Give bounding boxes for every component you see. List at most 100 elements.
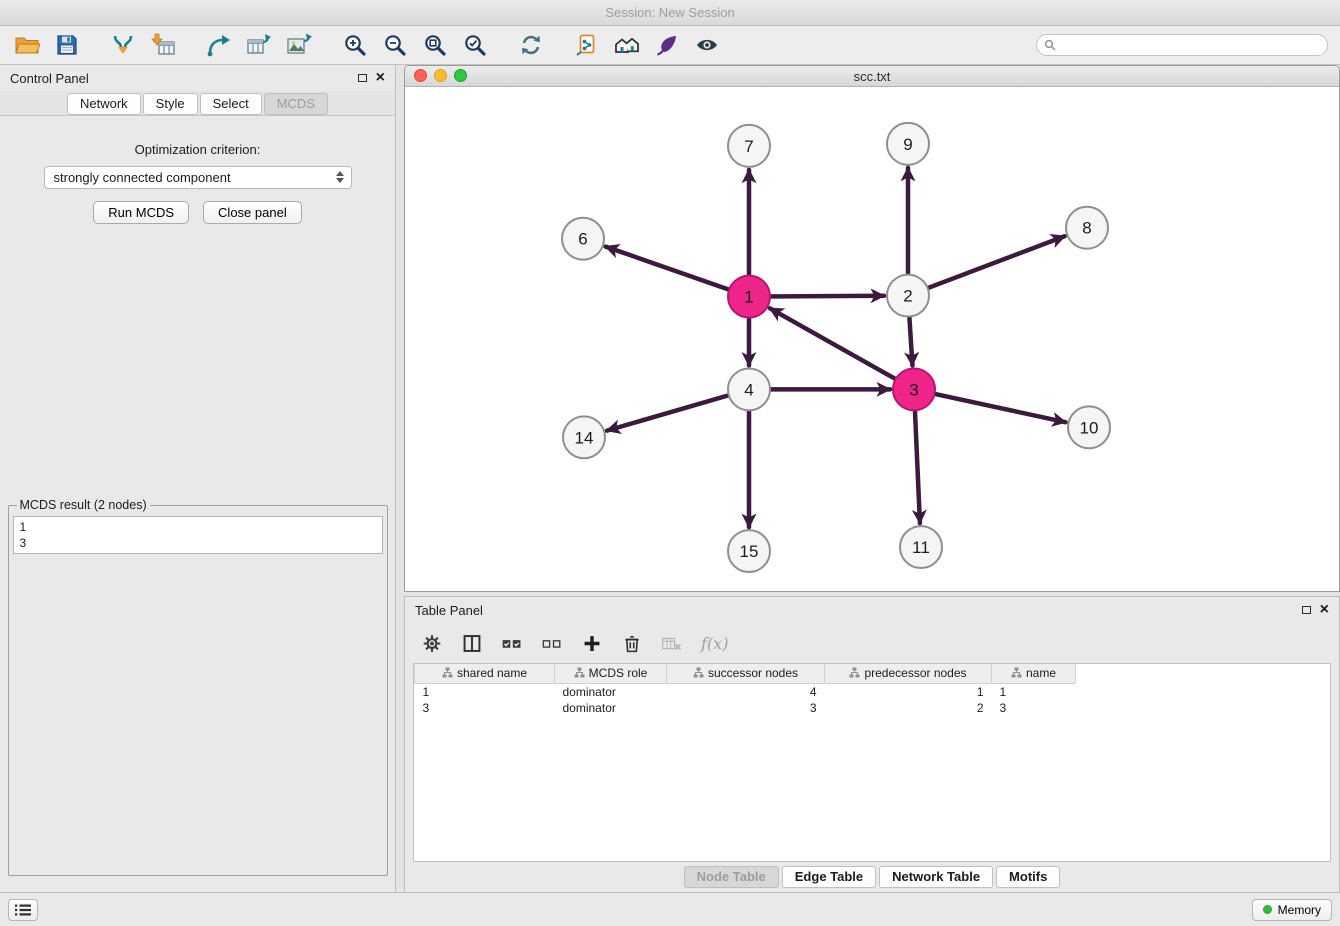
minimize-window-icon[interactable] — [434, 69, 447, 82]
edge-2-8[interactable] — [908, 236, 1065, 295]
node-9[interactable]: 9 — [887, 123, 929, 165]
zoom-window-icon[interactable] — [454, 69, 467, 82]
unselect-all-button[interactable] — [541, 633, 563, 654]
table-row[interactable]: 3dominator323 — [415, 700, 1331, 717]
memory-button[interactable]: Memory — [1252, 899, 1332, 921]
export-table-button[interactable] — [244, 30, 274, 60]
network-graph[interactable]: 7 9 6 8 1 2 3 4 14 10 15 11 — [405, 87, 1339, 591]
eye-icon — [694, 33, 720, 57]
vertical-splitter[interactable] — [396, 65, 404, 892]
tab-edge-table[interactable]: Edge Table — [782, 866, 876, 888]
node-15[interactable]: 15 — [728, 530, 770, 572]
edge-3-1[interactable] — [770, 308, 914, 389]
optimization-dropdown[interactable]: strongly connected component — [44, 166, 352, 189]
tab-node-table[interactable]: Node Table — [684, 866, 779, 888]
search-input[interactable] — [1060, 38, 1320, 52]
float-table-panel-icon[interactable] — [1302, 606, 1311, 614]
column-header-predecessor-nodes[interactable]: predecessor nodes — [825, 664, 992, 683]
copy-network-button[interactable] — [572, 30, 602, 60]
apply-layout-button[interactable] — [516, 30, 546, 60]
mcds-result-list[interactable]: 13 — [13, 516, 383, 554]
misc-tool-group — [572, 30, 722, 60]
show-panels-button[interactable] — [8, 899, 38, 921]
close-panel-icon[interactable]: × — [376, 70, 385, 86]
node-table: shared nameMCDS rolesuccessor nodesprede… — [413, 663, 1331, 862]
network-window: scc.txt 7968123414101511 — [404, 65, 1340, 592]
tab-network[interactable]: Network — [67, 93, 141, 115]
tab-motifs[interactable]: Motifs — [996, 866, 1060, 888]
table-settings-button[interactable] — [421, 633, 443, 654]
table-row[interactable]: 1dominator411 — [415, 683, 1331, 700]
delete-table-icon — [661, 633, 683, 654]
open-session-button[interactable] — [12, 30, 42, 60]
search-box[interactable] — [1036, 34, 1328, 56]
column-header-MCDS-role[interactable]: MCDS role — [555, 664, 667, 683]
node-label: 9 — [903, 135, 912, 154]
node-8[interactable]: 8 — [1066, 207, 1108, 249]
zoom-fit-button[interactable] — [420, 30, 450, 60]
first-neighbors-button[interactable] — [612, 30, 642, 60]
export-network-button[interactable] — [204, 30, 234, 60]
table-cell[interactable]: 3 — [667, 700, 825, 717]
export-image-button[interactable] — [284, 30, 314, 60]
column-header-shared-name[interactable]: shared name — [415, 664, 555, 683]
run-mcds-button[interactable]: Run MCDS — [93, 201, 189, 224]
show-hide-details-button[interactable] — [692, 30, 722, 60]
memory-label: Memory — [1278, 903, 1321, 917]
table-cell[interactable]: 4 — [667, 683, 825, 700]
node-3[interactable]: 3 — [893, 368, 935, 410]
node-4[interactable]: 4 — [728, 368, 770, 410]
columns-icon — [461, 633, 483, 654]
save-session-button[interactable] — [52, 30, 82, 60]
edge-4-14[interactable] — [607, 389, 749, 430]
table-cell[interactable]: 1 — [415, 683, 555, 700]
export-tool-group — [204, 30, 314, 60]
style-paint-icon — [654, 33, 680, 57]
column-tree-icon — [693, 667, 704, 678]
node-7[interactable]: 7 — [728, 125, 770, 167]
table-cell[interactable]: 3 — [415, 700, 555, 717]
show-columns-button[interactable] — [461, 633, 483, 654]
table-cell[interactable]: 3 — [992, 700, 1076, 717]
close-table-panel-icon[interactable]: × — [1320, 602, 1329, 618]
select-all-button[interactable] — [501, 633, 523, 654]
edge-1-6[interactable] — [606, 247, 749, 297]
edge-3-10[interactable] — [914, 389, 1066, 422]
float-panel-icon[interactable] — [358, 74, 367, 82]
node-11[interactable]: 11 — [900, 526, 942, 568]
close-window-icon[interactable] — [414, 69, 427, 82]
tab-network-table[interactable]: Network Table — [879, 866, 993, 888]
zoom-out-button[interactable] — [380, 30, 410, 60]
zoom-tool-group — [340, 30, 490, 60]
zoom-in-button[interactable] — [340, 30, 370, 60]
control-panel-title: Control Panel — [10, 71, 89, 86]
table-cell[interactable]: 1 — [992, 683, 1076, 700]
search-icon — [1044, 39, 1056, 51]
table-cell[interactable]: dominator — [555, 700, 667, 717]
tab-select[interactable]: Select — [200, 93, 262, 115]
table-cell[interactable]: dominator — [555, 683, 667, 700]
node-14[interactable]: 14 — [563, 416, 605, 458]
import-table-icon — [150, 33, 176, 57]
add-row-button[interactable] — [581, 633, 603, 654]
delete-row-button[interactable] — [621, 633, 643, 654]
first-neighbors-icon — [614, 33, 640, 57]
tab-mcds[interactable]: MCDS — [264, 93, 328, 115]
node-1[interactable]: 1 — [728, 276, 770, 318]
unselect-all-icon — [541, 633, 563, 654]
node-10[interactable]: 10 — [1068, 406, 1110, 448]
zoom-selected-button[interactable] — [460, 30, 490, 60]
node-label: 7 — [744, 137, 753, 156]
column-header-name[interactable]: name — [992, 664, 1076, 683]
node-6[interactable]: 6 — [562, 218, 604, 260]
tab-style[interactable]: Style — [143, 93, 198, 115]
style-button[interactable] — [652, 30, 682, 60]
column-header-successor-nodes[interactable]: successor nodes — [667, 664, 825, 683]
import-network-button[interactable] — [108, 30, 138, 60]
close-mcds-panel-button[interactable]: Close panel — [203, 201, 302, 224]
table-cell[interactable]: 1 — [825, 683, 992, 700]
import-table-button[interactable] — [148, 30, 178, 60]
import-tool-group — [108, 30, 178, 60]
node-2[interactable]: 2 — [887, 275, 929, 317]
table-cell[interactable]: 2 — [825, 700, 992, 717]
